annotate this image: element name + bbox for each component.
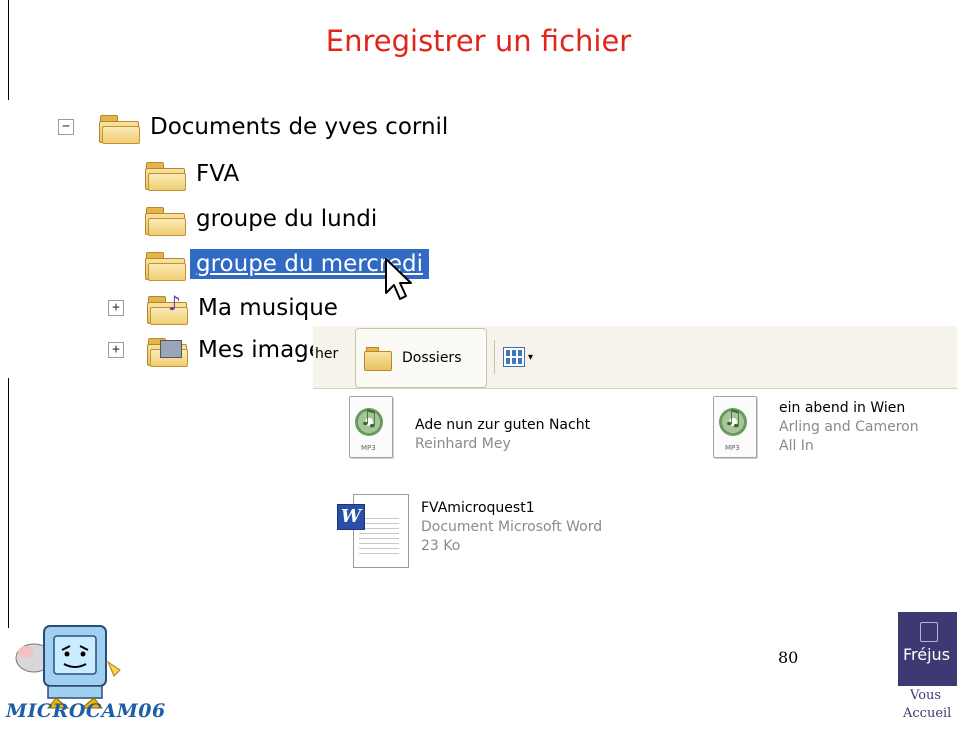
file-name: ein abend in Wien <box>779 400 906 416</box>
expand-icon[interactable]: + <box>108 300 124 316</box>
file-item[interactable]: ♫ MP3 ein abend in Wien Arling and Camer… <box>709 396 919 462</box>
page-number: 80 <box>778 648 799 667</box>
pictures-folder-icon <box>146 335 188 367</box>
file-list: ♫ MP3 Ade nun zur guten Nacht Reinhard M… <box>313 390 957 600</box>
tree-item-label: Documents de yves cornil <box>150 114 449 140</box>
music-folder-icon: ♪ <box>146 291 188 325</box>
file-detail: 23 Ko <box>421 538 461 554</box>
tree-item-root[interactable]: − Documents de yves cornil <box>54 107 448 147</box>
word-document-icon: W <box>337 494 413 570</box>
toolbar-partial-label: her <box>315 346 339 362</box>
file-detail: Arling and Cameron <box>779 419 919 435</box>
toolbar: her Dossiers ▾ <box>313 326 957 389</box>
collapse-icon[interactable]: − <box>58 119 74 135</box>
tree-item-mes-images[interactable]: + Mes images <box>94 330 335 370</box>
file-detail: Document Microsoft Word <box>421 519 603 535</box>
file-detail: Reinhard Mey <box>415 436 511 452</box>
tree-item-groupe-lundi[interactable]: groupe du lundi <box>144 199 377 239</box>
folder-icon <box>144 159 186 191</box>
folder-open-icon <box>98 112 140 144</box>
views-button[interactable]: ▾ <box>503 344 533 370</box>
tree-item-fva[interactable]: FVA <box>144 154 239 194</box>
file-name: FVAmicroquest1 <box>421 500 535 516</box>
file-name: Ade nun zur guten Nacht <box>415 417 591 433</box>
folders-button[interactable]: Dossiers <box>355 328 487 388</box>
tree-item-label: FVA <box>196 161 240 187</box>
page-title: Enregistrer un fichier <box>325 24 632 58</box>
chevron-down-icon: ▾ <box>527 351 533 363</box>
frejus-logo-line2: Accueil <box>903 706 952 721</box>
explorer-window: her Dossiers ▾ ♫ MP3 Ade nun zur guten N… <box>313 326 957 600</box>
file-item[interactable]: ♫ MP3 Ade nun zur guten Nacht Reinhard M… <box>345 396 590 462</box>
mp3-file-icon: ♫ MP3 <box>709 396 761 462</box>
expand-icon[interactable]: + <box>108 342 124 358</box>
tree-item-label: groupe du lundi <box>196 206 378 232</box>
folder-icon <box>144 249 186 281</box>
frejus-logo-name: Fréjus <box>903 645 951 664</box>
folder-icon <box>364 345 394 371</box>
folder-icon <box>144 204 186 236</box>
folders-button-label: Dossiers <box>402 350 462 366</box>
tree-item-label: Ma musique <box>198 295 338 321</box>
frejus-logo-line1: Vous <box>910 688 942 703</box>
slide-frame-bottom-line <box>8 378 9 628</box>
frejus-emblem-icon <box>920 622 938 642</box>
mouse-pointer-icon <box>385 258 412 300</box>
toolbar-separator <box>494 340 495 374</box>
file-detail: All In <box>779 438 814 454</box>
file-item[interactable]: W FVAmicroquest1 Document Microsoft Word… <box>337 494 602 570</box>
views-icon <box>503 347 525 367</box>
mp3-file-icon: ♫ MP3 <box>345 396 397 462</box>
microcam-logo-text: MICROCAM06 <box>6 700 166 722</box>
tree-item-ma-musique[interactable]: + ♪ Ma musique <box>94 288 338 328</box>
